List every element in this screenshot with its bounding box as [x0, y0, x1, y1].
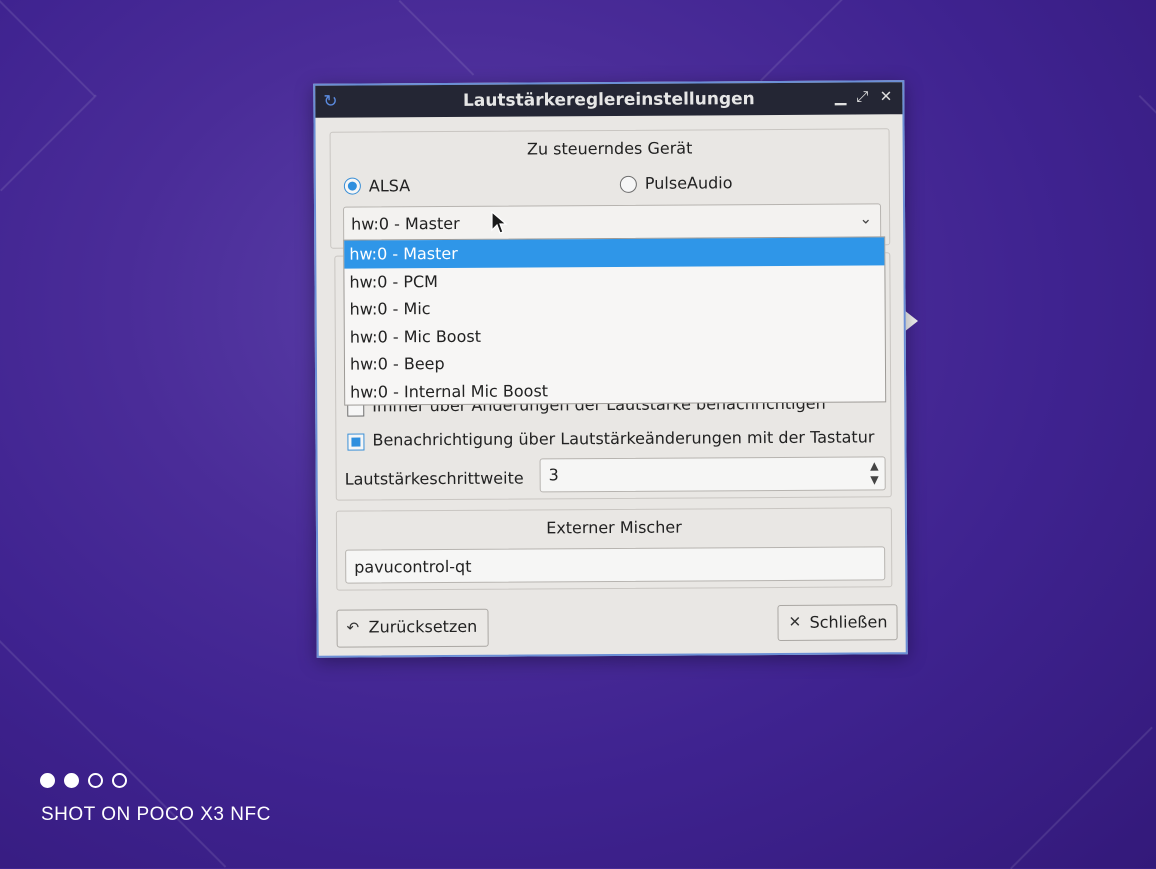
- camera-logo: [40, 773, 136, 792]
- undo-icon: ↶: [346, 618, 360, 637]
- title-bar[interactable]: ↻ Lautstärkereglereinstellungen ▁ ⤢ ✕: [315, 82, 903, 118]
- dropdown-item-mic[interactable]: hw:0 - Mic: [345, 292, 885, 323]
- dropdown-item-pcm[interactable]: hw:0 - PCM: [344, 265, 884, 296]
- keyboard-notify-label[interactable]: Benachrichtigung über Lautstärkeänderung…: [372, 427, 874, 449]
- mixer-group: Externer Mischer pavucontrol-qt: [335, 507, 893, 591]
- desktop-widget-handle: [904, 310, 918, 332]
- minimize-icon[interactable]: ▁: [835, 88, 847, 106]
- wallpaper-line: [760, 0, 843, 82]
- settings-dialog: ↻ Lautstärkereglereinstellungen ▁ ⤢ ✕ Zu…: [313, 80, 908, 658]
- device-combobox-value: hw:0 - Master: [351, 213, 460, 234]
- mixer-command-value: pavucontrol-qt: [354, 556, 472, 577]
- chevron-down-icon[interactable]: ▼: [870, 473, 879, 486]
- keyboard-notify-checkbox[interactable]: [347, 433, 365, 451]
- pulseaudio-radio-label[interactable]: PulseAudio: [645, 173, 733, 193]
- close-icon[interactable]: ✕: [880, 87, 893, 105]
- dropdown-item-beep[interactable]: hw:0 - Beep: [345, 347, 885, 378]
- close-icon: ✕: [788, 612, 802, 631]
- close-button-label: Schließen: [809, 612, 888, 632]
- reset-button[interactable]: ↶ Zurücksetzen: [336, 608, 489, 648]
- window-title: Lautstärkereglereinstellungen: [462, 89, 755, 111]
- chevron-down-icon[interactable]: ⌄: [859, 209, 872, 227]
- dropdown-item-master[interactable]: hw:0 - Master: [344, 237, 885, 269]
- pulseaudio-radio[interactable]: [619, 175, 637, 193]
- dropdown-item-internal-mic-boost[interactable]: hw:0 - Internal Mic Boost: [345, 375, 885, 406]
- wallpaper-line: [1138, 95, 1156, 118]
- device-dropdown-list[interactable]: hw:0 - Master hw:0 - PCM hw:0 - Mic hw:0…: [343, 236, 887, 406]
- volume-step-label: Lautstärkeschrittweite: [344, 468, 524, 489]
- volume-step-value: 3: [548, 465, 559, 485]
- reset-button-label: Zurücksetzen: [368, 616, 478, 637]
- mixer-group-title: Externer Mischer: [546, 517, 682, 538]
- mouse-pointer-icon: [491, 210, 508, 234]
- alsa-radio-label[interactable]: ALSA: [369, 176, 410, 195]
- wallpaper-line: [0, 94, 97, 192]
- alsa-radio[interactable]: [343, 177, 361, 195]
- camera-watermark: SHOT ON POCO X3 NFC: [41, 804, 271, 825]
- maximize-icon[interactable]: ⤢: [856, 87, 868, 105]
- volume-step-spinbox[interactable]: 3 ▲ ▼: [539, 456, 886, 493]
- wallpaper-line: [398, 0, 475, 76]
- wallpaper-line: [0, 640, 227, 868]
- mixer-command-input[interactable]: pavucontrol-qt: [345, 546, 886, 584]
- device-group-title: Zu steuerndes Gerät: [526, 138, 693, 159]
- close-button[interactable]: ✕ Schließen: [777, 604, 898, 641]
- device-group: Zu steuerndes Gerät ALSA PulseAudio hw:0…: [329, 128, 891, 249]
- wallpaper-line: [0, 0, 96, 97]
- dropdown-item-mic-boost[interactable]: hw:0 - Mic Boost: [345, 320, 885, 351]
- wallpaper-line: [1010, 726, 1153, 869]
- chevron-up-icon[interactable]: ▲: [870, 459, 879, 472]
